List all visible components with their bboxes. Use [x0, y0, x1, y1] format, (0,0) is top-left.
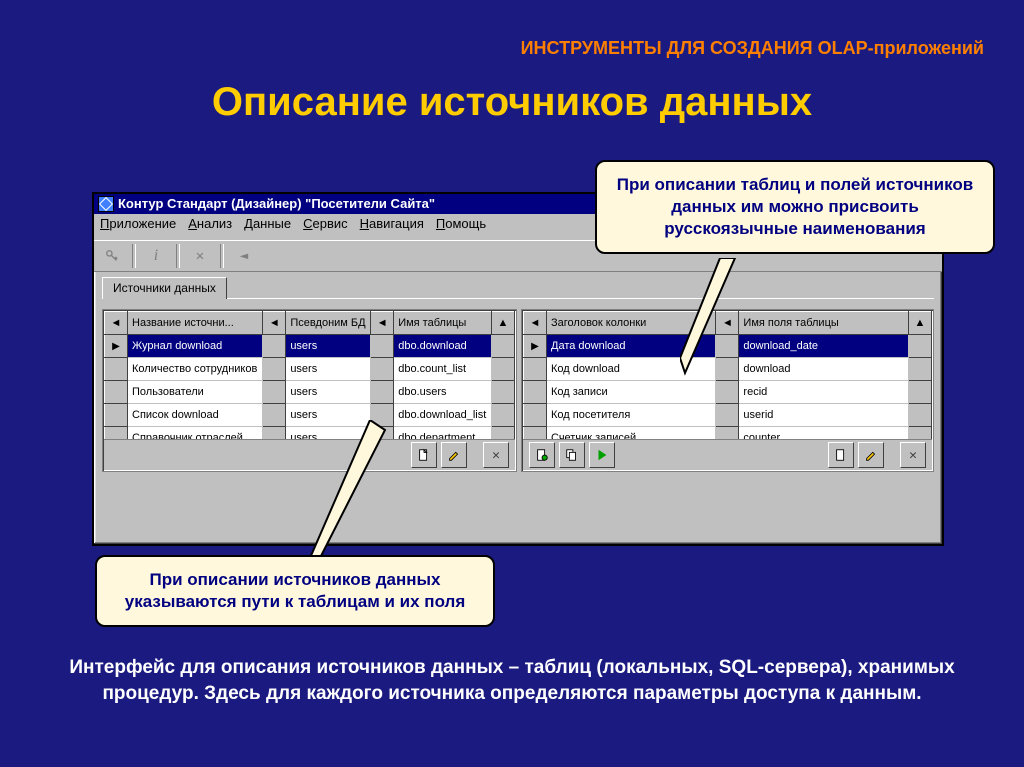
delete-icon[interactable]: ✕ [483, 442, 509, 468]
col-source-name[interactable]: Название источни... [128, 312, 263, 335]
right-grid-toolbar: ✕ [523, 439, 932, 470]
cell: Код посетителя [547, 404, 716, 427]
menu-app[interactable]: Приложение [100, 216, 176, 238]
cell: recid [739, 381, 909, 404]
slide-footer-text: Интерфейс для описания источников данных… [30, 655, 994, 706]
grid-nav-last[interactable]: ▲ [492, 312, 515, 335]
col-alias[interactable]: Псевдоним БД [286, 312, 371, 335]
new-icon[interactable] [411, 442, 437, 468]
grid-nav-first[interactable]: ◄ [524, 312, 547, 335]
menu-help[interactable]: Помощь [436, 216, 486, 238]
cell: Количество сотрудников [128, 358, 263, 381]
table-row[interactable]: Счетчик записей counter [524, 427, 932, 440]
grid-nav-first[interactable]: ◄ [105, 312, 128, 335]
callout-top: При описании таблиц и полей источников д… [595, 160, 995, 254]
cell: dbo.download_list [394, 404, 492, 427]
callout-bottom-pointer [310, 420, 390, 560]
table-row[interactable]: Код записи recid [524, 381, 932, 404]
slide-header: ИНСТРУМЕНТЫ ДЛЯ СОЗДАНИЯ OLAP-приложений [0, 38, 984, 59]
callout-top-text: При описании таблиц и полей источников д… [617, 175, 973, 238]
cell: counter [739, 427, 909, 440]
menu-service[interactable]: Сервис [303, 216, 348, 238]
cell: Журнал download [128, 335, 263, 358]
tab-sources[interactable]: Источники данных [102, 277, 227, 299]
tab-strip: Источники данных [94, 272, 942, 301]
new-icon[interactable] [828, 442, 854, 468]
menu-data[interactable]: Данные [244, 216, 291, 238]
delete-icon[interactable]: ✕ [900, 442, 926, 468]
slide-title: Описание источников данных [0, 80, 1024, 125]
toolbar-separator [176, 244, 180, 268]
cell: Счетчик записей [547, 427, 716, 440]
grid-nav-last[interactable]: ▲ [909, 312, 932, 335]
key-icon[interactable] [98, 242, 126, 270]
window-title: Контур Стандарт (Дизайнер) "Посетители С… [118, 194, 435, 214]
delete-icon[interactable]: ✕ [186, 242, 214, 270]
cell: users [286, 358, 371, 381]
cell: Код записи [547, 381, 716, 404]
info-icon[interactable]: i [142, 242, 170, 270]
callout-bottom-text: При описании источников данных указывают… [125, 570, 466, 611]
cell: download_date [739, 335, 909, 358]
toolbar-separator [220, 244, 224, 268]
callout-bottom: При описании источников данных указывают… [95, 555, 495, 627]
grid-nav-col1[interactable]: ◄ [263, 312, 286, 335]
col-field-name[interactable]: Имя поля таблицы [739, 312, 909, 335]
run-icon[interactable] [589, 442, 615, 468]
toolbar-separator [132, 244, 136, 268]
cell: dbo.download [394, 335, 492, 358]
cell: Пользователи [128, 381, 263, 404]
cell: users [286, 381, 371, 404]
table-row[interactable]: Пользователи users dbo.users [105, 381, 515, 404]
cell: dbo.department [394, 427, 492, 440]
cell: users [286, 335, 371, 358]
table-row[interactable]: ▶ Журнал download users dbo.download [105, 335, 515, 358]
menu-analysis[interactable]: Анализ [188, 216, 232, 238]
app-logo-icon [98, 196, 114, 212]
edit-icon[interactable] [441, 442, 467, 468]
cell: Список download [128, 404, 263, 427]
cell: dbo.users [394, 381, 492, 404]
back-icon[interactable]: ◄ [230, 242, 258, 270]
row-indicator-icon: ▶ [524, 335, 547, 358]
row-indicator-icon: ▶ [105, 335, 128, 358]
cell: dbo.count_list [394, 358, 492, 381]
table-row[interactable]: Код посетителя userid [524, 404, 932, 427]
copy-icon[interactable] [559, 442, 585, 468]
edit-icon[interactable] [858, 442, 884, 468]
refresh-icon[interactable] [529, 442, 555, 468]
callout-top-pointer [680, 258, 740, 378]
grid-nav-col2[interactable]: ◄ [371, 312, 394, 335]
cell: Справочник отраслей [128, 427, 263, 440]
table-row[interactable]: Количество сотрудников users dbo.count_l… [105, 358, 515, 381]
cell: download [739, 358, 909, 381]
col-table[interactable]: Имя таблицы [394, 312, 492, 335]
cell: userid [739, 404, 909, 427]
menu-nav[interactable]: Навигация [360, 216, 424, 238]
